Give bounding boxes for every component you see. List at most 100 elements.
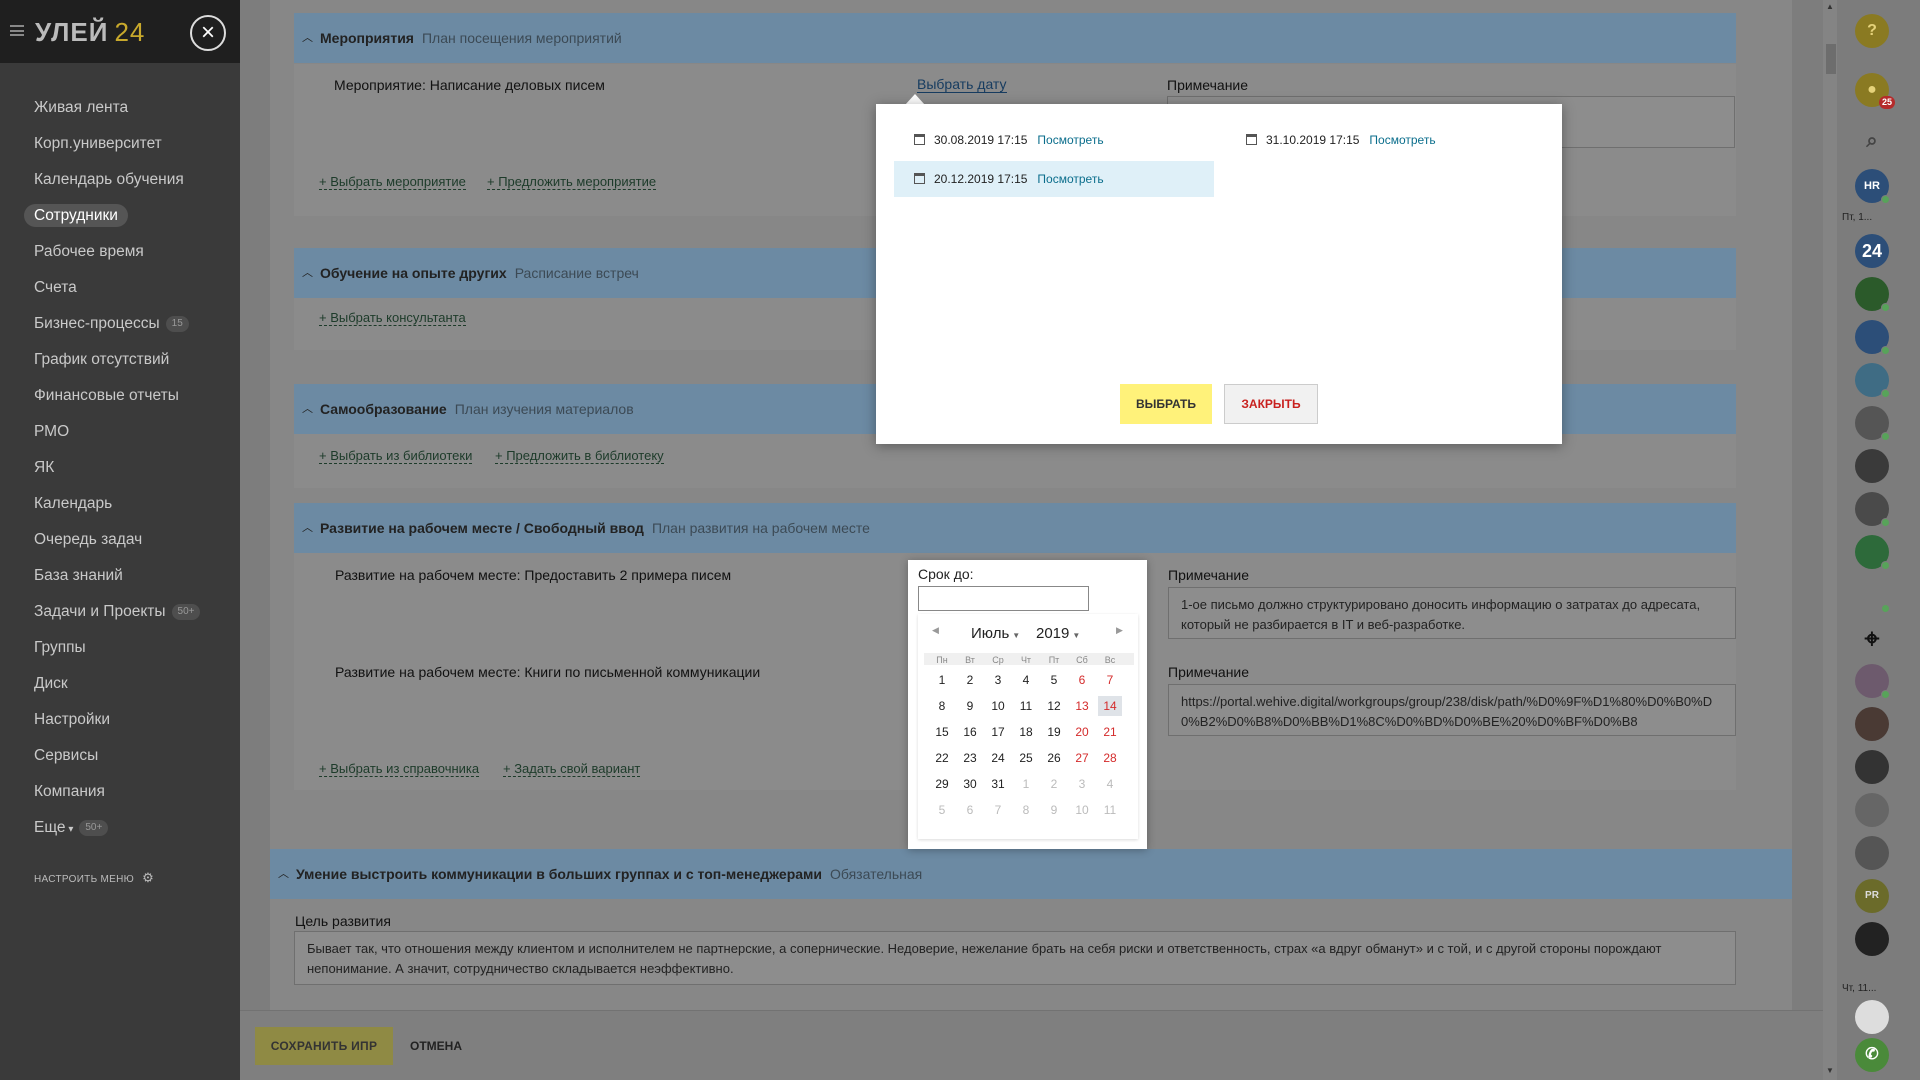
calendar-day[interactable]: 20 (1070, 722, 1094, 742)
calendar-day[interactable]: 11 (1098, 800, 1122, 820)
sidebar-item[interactable]: Сотрудники (0, 198, 240, 234)
calendar-day[interactable]: 11 (1014, 696, 1038, 716)
sidebar-item[interactable]: Корп.университет (0, 126, 240, 162)
search-icon[interactable]: ⌕ (1855, 124, 1889, 158)
calendar-day[interactable]: 23 (958, 748, 982, 768)
goal-textarea[interactable]: Бывает так, что отношения между клиентом… (294, 931, 1736, 985)
cancel-button[interactable]: ОТМЕНА (410, 1027, 462, 1065)
calendar-day[interactable]: 1 (1014, 774, 1038, 794)
workplace-section-header[interactable]: ︿ Развитие на рабочем месте / Свободный … (294, 503, 1736, 553)
calendar-day[interactable]: 7 (1098, 670, 1122, 690)
calendar-day[interactable]: 15 (930, 722, 954, 742)
configure-menu-button[interactable]: НАСТРОИТЬ МЕНЮ ⚙ (34, 870, 154, 886)
year-select[interactable]: 2019 ▼ (1036, 625, 1080, 642)
date-option[interactable]: 20.12.2019 17:15 Посмотреть (894, 161, 1214, 197)
calendar-day[interactable]: 31 (986, 774, 1010, 794)
sidebar-item[interactable]: ЯК (0, 450, 240, 486)
user-avatar[interactable] (1855, 363, 1890, 398)
choose-date-link[interactable]: Выбрать дату (917, 77, 1007, 93)
sidebar-item[interactable]: График отсутствий (0, 342, 240, 378)
user-avatar[interactable] (1855, 578, 1890, 613)
date-option[interactable]: 31.10.2019 17:15 Посмотреть (1226, 122, 1546, 158)
sidebar-item[interactable]: Календарь обучения (0, 162, 240, 198)
sidebar-item[interactable]: Компания (0, 774, 240, 810)
sidebar-item[interactable]: РМО (0, 414, 240, 450)
scroll-up-icon[interactable]: ▲ (1826, 2, 1834, 11)
choose-reference-link[interactable]: + Выбрать из справочника (319, 762, 480, 777)
sidebar-item[interactable]: Еще ▾ 50+ (0, 810, 240, 846)
user-avatar[interactable] (1855, 535, 1890, 570)
calendar-day[interactable]: 17 (986, 722, 1010, 742)
calendar-day[interactable]: 24 (986, 748, 1010, 768)
save-ipr-button[interactable]: СОХРАНИТЬ ИПР (255, 1027, 393, 1065)
calendar-day[interactable]: 6 (1070, 670, 1094, 690)
user-avatar[interactable] (1855, 793, 1889, 827)
view-link[interactable]: Посмотреть (1369, 133, 1435, 147)
phone-icon[interactable]: ✆ (1855, 1038, 1889, 1072)
choose-consultant-link[interactable]: + Выбрать консультанта (319, 311, 466, 326)
choose-button[interactable]: ВЫБРАТЬ (1120, 384, 1212, 424)
calendar-day[interactable]: 27 (1070, 748, 1094, 768)
user-avatar[interactable] (1855, 707, 1889, 741)
calendar-day[interactable]: 28 (1098, 748, 1122, 768)
user-avatar[interactable] (1855, 750, 1889, 784)
calendar-day[interactable]: 2 (958, 670, 982, 690)
calendar-day[interactable]: 12 (1042, 696, 1066, 716)
calendar-day[interactable]: 4 (1098, 774, 1122, 794)
calendar-day[interactable]: 7 (986, 800, 1010, 820)
calendar-day[interactable]: 3 (1070, 774, 1094, 794)
custom-option-link[interactable]: + Задать свой вариант (503, 762, 641, 777)
view-link[interactable]: Посмотреть (1037, 133, 1103, 147)
calendar-day[interactable]: 19 (1042, 722, 1066, 742)
calendar-day[interactable]: 18 (1014, 722, 1038, 742)
calendar-day[interactable]: 1 (930, 670, 954, 690)
suggest-library-link[interactable]: + Предложить в библиотеку (495, 449, 664, 464)
crosshair-icon[interactable]: ⌖ (1855, 621, 1889, 655)
next-month-icon[interactable]: ▶ (1116, 625, 1123, 636)
calendar-day[interactable]: 8 (1014, 800, 1038, 820)
user-avatar[interactable] (1855, 664, 1890, 699)
date-option[interactable]: 30.08.2019 17:15 Посмотреть (894, 122, 1214, 158)
calendar-day[interactable]: 3 (986, 670, 1010, 690)
workplace-note-1-field[interactable]: 1-ое письмо должно структурировано донос… (1168, 587, 1736, 639)
calendar-day[interactable]: 25 (1014, 748, 1038, 768)
calendar-day[interactable]: 4 (1014, 670, 1038, 690)
user-avatar[interactable] (1855, 277, 1890, 312)
sidebar-item[interactable]: Бизнес-процессы 15 (0, 306, 240, 342)
calendar-day[interactable]: 6 (958, 800, 982, 820)
sidebar-item[interactable]: Задачи и Проекты 50+ (0, 594, 240, 630)
scroll-down-icon[interactable]: ▼ (1826, 1066, 1834, 1075)
scrollbar[interactable] (1823, 0, 1837, 1080)
sidebar-item[interactable]: Группы (0, 630, 240, 666)
user-avatar[interactable] (1855, 836, 1889, 870)
close-button[interactable]: ЗАКРЫТЬ (1224, 384, 1318, 424)
sidebar-item[interactable]: Настройки (0, 702, 240, 738)
sidebar-item[interactable]: Живая лента (0, 90, 240, 126)
user-avatar[interactable] (1855, 922, 1889, 956)
choose-library-link[interactable]: + Выбрать из библиотеки (319, 449, 473, 464)
comm-section-header[interactable]: ︿ Умение выстроить коммуникации в больши… (270, 849, 1792, 899)
view-link[interactable]: Посмотреть (1037, 172, 1103, 186)
calendar-day[interactable]: 8 (930, 696, 954, 716)
calendar-day[interactable]: 30 (958, 774, 982, 794)
calendar-day[interactable]: 2 (1042, 774, 1066, 794)
calendar-day[interactable]: 9 (958, 696, 982, 716)
calendar-day[interactable]: 5 (1042, 670, 1066, 690)
sidebar-item[interactable]: База знаний (0, 558, 240, 594)
calendar-day[interactable]: 13 (1070, 696, 1094, 716)
b24-avatar[interactable]: 24 (1855, 234, 1889, 268)
notifications-icon[interactable]: ● 25 (1855, 73, 1895, 109)
menu-burger-icon[interactable] (10, 25, 24, 36)
sidebar-item[interactable]: Сервисы (0, 738, 240, 774)
sidebar-item[interactable]: Очередь задач (0, 522, 240, 558)
sidebar-item[interactable]: Счета (0, 270, 240, 306)
calendar-day[interactable]: 5 (930, 800, 954, 820)
calendar-day[interactable]: 29 (930, 774, 954, 794)
logo[interactable]: УЛЕЙ 24 (35, 17, 145, 48)
calendar-day[interactable]: 10 (1070, 800, 1094, 820)
suggest-event-link[interactable]: + Предложить мероприятие (487, 175, 657, 190)
close-icon[interactable]: × (190, 15, 226, 51)
calendar-day[interactable]: 10 (986, 696, 1010, 716)
user-avatar[interactable] (1855, 1000, 1889, 1034)
hr-avatar[interactable]: HR (1855, 169, 1890, 204)
